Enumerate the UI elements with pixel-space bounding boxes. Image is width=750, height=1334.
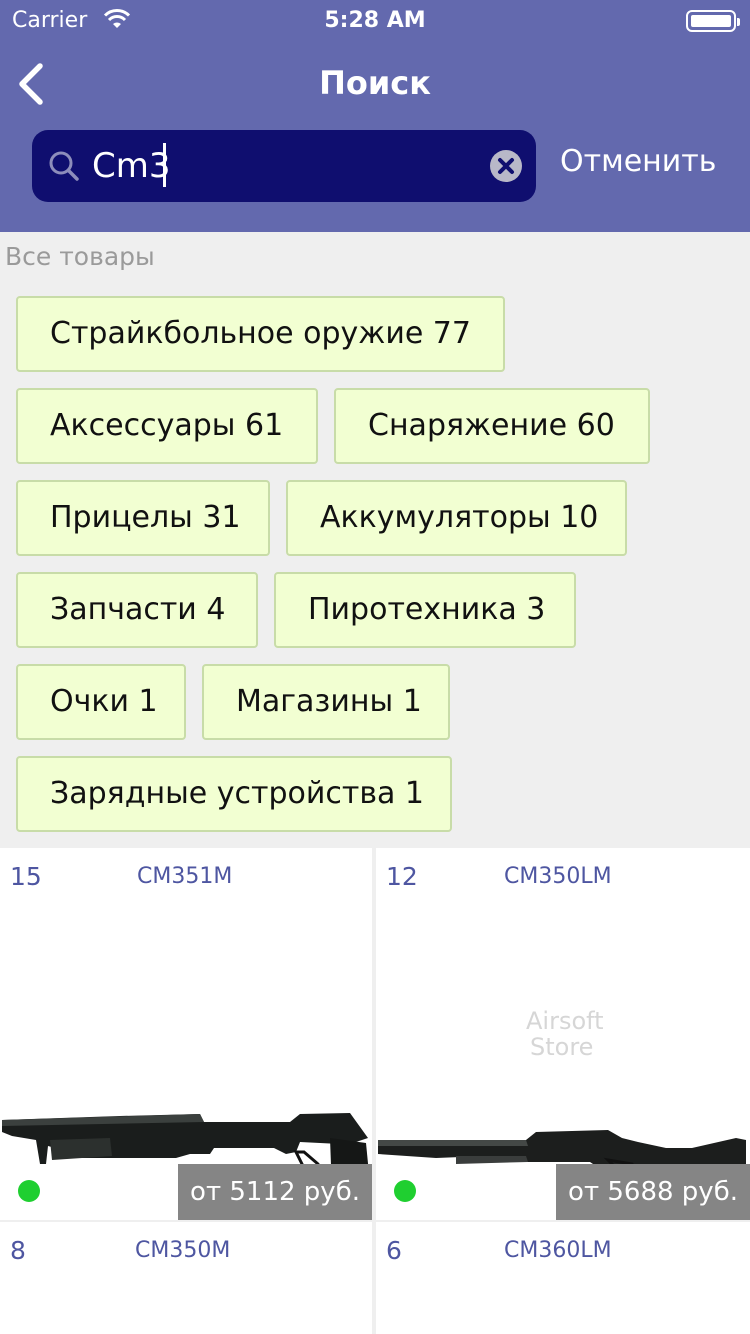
category-chip[interactable]: Страйкбольное оружие 77 xyxy=(16,296,505,372)
product-count: 6 xyxy=(386,1236,402,1265)
all-products-label: Все товары xyxy=(5,242,155,271)
page-title: Поиск xyxy=(319,64,431,102)
product-code: CM360LM xyxy=(504,1238,612,1263)
product-count: 12 xyxy=(386,862,418,891)
search-input[interactable] xyxy=(92,144,472,188)
category-chip[interactable]: Прицелы 31 xyxy=(16,480,270,556)
category-chip[interactable]: Снаряжение 60 xyxy=(334,388,650,464)
product-card[interactable]: 12 CM350LM Airsoft Store от 5688 руб. xyxy=(376,848,750,1220)
watermark-line: Store xyxy=(530,1033,594,1061)
product-code: CM350LM xyxy=(504,864,612,889)
category-chip[interactable]: Магазины 1 xyxy=(202,664,450,740)
product-code: CM351M xyxy=(137,864,233,889)
in-stock-indicator xyxy=(18,1180,40,1202)
header: Carrier 5:28 AM Поиск Отменить xyxy=(0,0,750,232)
battery-icon xyxy=(686,10,740,32)
category-chip[interactable]: Аксессуары 61 xyxy=(16,388,318,464)
category-chip[interactable]: Аккумуляторы 10 xyxy=(286,480,627,556)
cancel-button[interactable]: Отменить xyxy=(560,144,716,179)
shotgun-pistol-grip-image xyxy=(2,1113,369,1168)
shotgun-stock-image xyxy=(378,1130,746,1168)
category-chip[interactable]: Пиротехника 3 xyxy=(274,572,576,648)
watermark-line: Airsoft xyxy=(526,1007,604,1035)
search-icon xyxy=(49,151,79,181)
search-field[interactable] xyxy=(32,130,536,202)
price-tag: от 5112 руб. xyxy=(178,1164,372,1220)
in-stock-indicator xyxy=(394,1180,416,1202)
product-card[interactable]: 15 CM351M от 5112 руб. xyxy=(0,848,372,1220)
category-chip[interactable]: Очки 1 xyxy=(16,664,186,740)
text-cursor xyxy=(163,143,166,187)
product-card[interactable]: 6 CM360LM xyxy=(376,1222,750,1334)
clock: 5:28 AM xyxy=(324,8,426,33)
price-tag: от 5688 руб. xyxy=(556,1164,750,1220)
product-code: CM350M xyxy=(135,1238,231,1263)
nav-bar: Поиск xyxy=(0,52,750,116)
product-count: 8 xyxy=(10,1236,26,1265)
status-bar: Carrier 5:28 AM xyxy=(0,0,750,40)
category-chip[interactable]: Запчасти 4 xyxy=(16,572,258,648)
category-chip[interactable]: Зарядные устройства 1 xyxy=(16,756,452,832)
clear-icon[interactable] xyxy=(489,149,523,183)
product-card[interactable]: 8 CM350M xyxy=(0,1222,372,1334)
watermark: Airsoft Store xyxy=(526,1008,604,1060)
product-count: 15 xyxy=(10,862,42,891)
